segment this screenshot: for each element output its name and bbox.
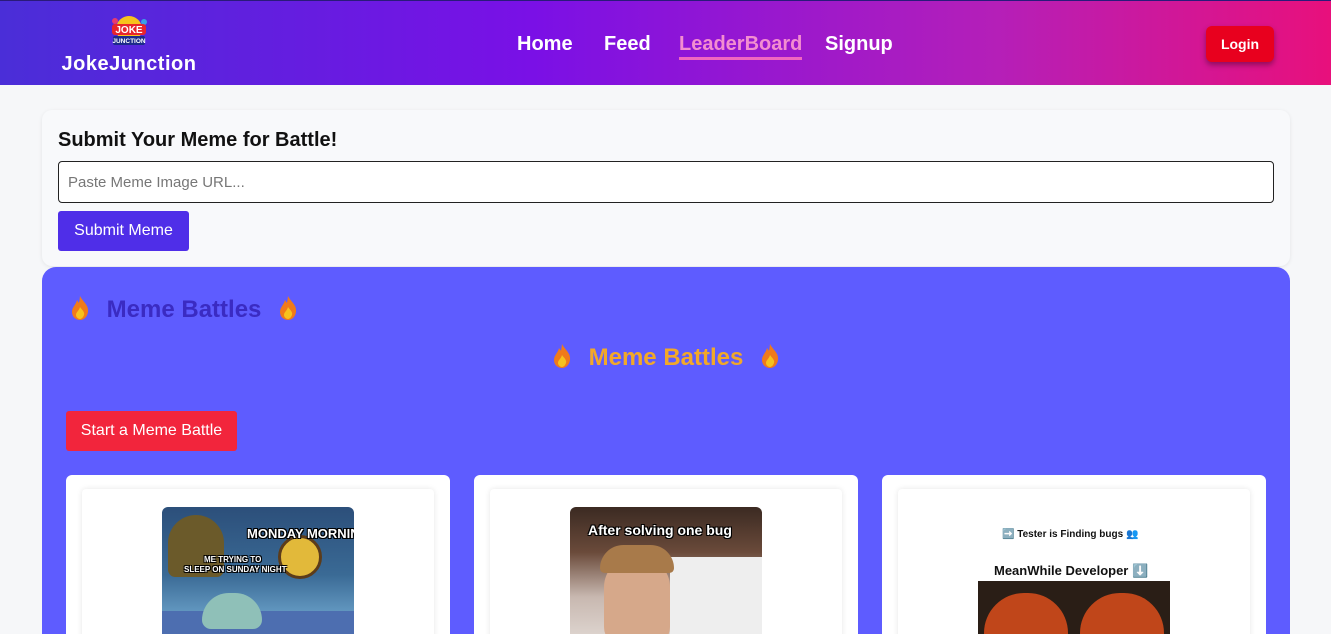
meme-battles-panel: Meme Battles Meme Battles Start a Meme B… xyxy=(42,267,1290,634)
meme-image[interactable]: ➡️ Tester is Finding bugs 👥 MeanWhile De… xyxy=(978,507,1170,634)
login-button[interactable]: Login xyxy=(1206,26,1274,62)
submit-meme-card: Submit Your Meme for Battle! Submit Meme xyxy=(42,110,1290,266)
backdrop-sign xyxy=(670,557,762,634)
meme-card-inner: After solving one bug xyxy=(490,489,842,634)
meme-caption: MONDAY MORNING xyxy=(247,526,354,541)
start-battle-button[interactable]: Start a Meme Battle xyxy=(66,411,237,451)
nav-leaderboard[interactable]: LeaderBoard xyxy=(679,33,803,60)
fire-icon xyxy=(762,344,779,368)
meme-card-inner: MONDAY MORNING ME TRYING TO SLEEP ON SUN… xyxy=(82,489,434,634)
meme-card-inner: ➡️ Tester is Finding bugs 👥 MeanWhile De… xyxy=(898,489,1250,634)
main-nav: Home Feed LeaderBoard Signup xyxy=(0,33,1331,63)
submit-meme-button[interactable]: Submit Meme xyxy=(58,211,189,251)
meme-image[interactable]: MONDAY MORNING ME TRYING TO SLEEP ON SUN… xyxy=(162,507,354,634)
squidward-head xyxy=(202,593,262,629)
nav-feed[interactable]: Feed xyxy=(604,33,651,56)
fire-icon xyxy=(553,344,571,368)
meme-card: After solving one bug xyxy=(474,475,858,634)
battles-heading-text: Meme Battles xyxy=(106,296,262,323)
nav-signup[interactable]: Signup xyxy=(825,33,893,56)
battles-heading: Meme Battles xyxy=(70,295,298,324)
fire-icon xyxy=(72,296,89,320)
meme-caption: SLEEP ON SUNDAY NIGHT xyxy=(184,565,287,574)
meme-url-input[interactable] xyxy=(58,161,1274,203)
meme-caption: After solving one bug xyxy=(588,522,732,538)
nav-home[interactable]: Home xyxy=(517,33,573,56)
meme-caption: ME TRYING TO xyxy=(204,555,262,564)
meme-caption: MeanWhile Developer ⬇️ xyxy=(994,563,1149,578)
navbar: JOKE JUNCTION JokeJunction Home Feed Lea… xyxy=(0,0,1331,85)
meme-image[interactable]: After solving one bug xyxy=(570,507,762,634)
meme-caption: ➡️ Tester is Finding bugs 👥 xyxy=(1002,529,1139,540)
battles-subheading-text: Meme Battles xyxy=(588,344,744,371)
meme-card: MONDAY MORNING ME TRYING TO SLEEP ON SUN… xyxy=(66,475,450,634)
fire-icon xyxy=(280,296,297,320)
hair xyxy=(600,545,674,573)
meme-card: ➡️ Tester is Finding bugs 👥 MeanWhile De… xyxy=(882,475,1266,634)
battles-subheading: Meme Battles xyxy=(42,343,1290,372)
submit-title: Submit Your Meme for Battle! xyxy=(58,129,338,151)
